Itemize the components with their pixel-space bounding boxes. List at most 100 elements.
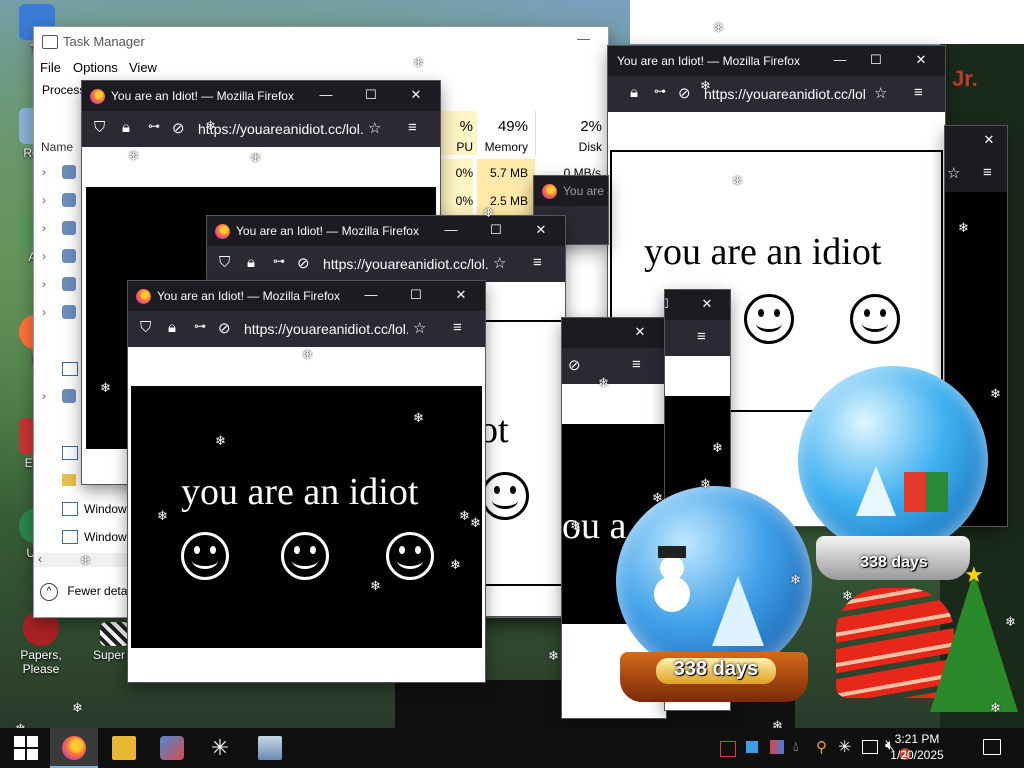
column-disk[interactable]: 2% Disk <box>535 111 608 155</box>
menu-file[interactable]: File <box>40 60 61 75</box>
url-bar[interactable]: https://youareanidiot.cc/lol <box>704 86 870 102</box>
fewer-details-button[interactable]: ^ Fewer detai <box>40 583 130 601</box>
maximize-icon[interactable]: ☐ <box>361 87 381 103</box>
menu-icon[interactable]: ≡ <box>632 356 641 373</box>
firefox-titlebar[interactable]: ✕ <box>945 126 1007 156</box>
url-bar[interactable]: https://youareanidiot.cc/lol. <box>323 256 488 272</box>
tray-icon-1[interactable] <box>720 741 736 757</box>
column-memory[interactable]: 49% Memory <box>477 111 535 155</box>
snow-globe-right[interactable]: 338 days <box>796 366 992 584</box>
tracking-off-icon[interactable]: ⊘ <box>297 254 310 272</box>
chevron-right-icon[interactable]: › <box>42 193 46 207</box>
tracking-off-icon[interactable]: ⊘ <box>172 119 185 137</box>
maximize-icon[interactable]: ☐ <box>665 296 673 312</box>
lock-icon[interactable]: 🔒︎ <box>122 119 130 136</box>
tab-processes[interactable]: Process <box>42 83 85 97</box>
chevron-right-icon[interactable]: › <box>42 221 46 235</box>
shield-icon[interactable]: ⛉ <box>140 319 151 336</box>
clock[interactable]: 3:21 PM 1/20/2025 <box>880 731 954 763</box>
water-drop-icon[interactable]: 💧︎ <box>793 738 799 755</box>
column-cpu[interactable]: % PU <box>439 111 477 155</box>
task-manager-titlebar[interactable]: Task Manager — <box>34 27 608 57</box>
firefox-titlebar[interactable]: ✕ <box>562 318 666 348</box>
shield-icon[interactable]: ⛉ <box>94 119 105 136</box>
permissions-icon[interactable]: ⊶ <box>148 119 160 133</box>
app-icon[interactable] <box>160 736 184 760</box>
firefox-toolbar: ⛉ 🔒︎ ⊶ ⊘ https://youareanidiot.cc/lol. ☆… <box>82 111 440 147</box>
permissions-icon[interactable]: ⊶ <box>194 319 206 333</box>
close-icon[interactable]: ✕ <box>911 52 931 68</box>
days-counter-left: 338 days <box>656 658 776 684</box>
firefox-titlebar[interactable]: You are an Idiot! — Mozilla Firefox — ☐ … <box>207 216 565 246</box>
column-name[interactable]: Name <box>41 140 73 154</box>
star-icon[interactable]: ☆ <box>493 254 506 272</box>
chevron-right-icon[interactable]: › <box>42 277 46 291</box>
tracking-off-icon[interactable]: ⊘ <box>678 84 691 102</box>
windows-start-icon[interactable] <box>14 736 38 760</box>
menu-icon[interactable]: ≡ <box>533 254 542 271</box>
close-icon[interactable]: ✕ <box>630 324 650 340</box>
firefox-titlebar[interactable]: You are an Idiot! — Mozilla Firefox — ☐ … <box>82 81 440 111</box>
maximize-icon[interactable]: ☐ <box>406 287 426 303</box>
snow-globe-left[interactable]: 338 days <box>612 486 818 706</box>
menu-icon[interactable]: ≡ <box>408 119 417 136</box>
snowman-icon <box>652 546 692 636</box>
firefox-window-front[interactable]: You are an Idiot! — Mozilla Firefox — ☐ … <box>128 281 485 682</box>
star-icon[interactable]: ☆ <box>413 319 426 337</box>
chevron-right-icon[interactable]: › <box>42 165 46 179</box>
chevron-right-icon[interactable]: › <box>42 389 46 403</box>
black-page-area: you are an idiot <box>131 386 482 648</box>
lock-icon[interactable]: 🔒︎ <box>168 319 176 336</box>
close-icon[interactable]: ✕ <box>697 296 717 312</box>
firefox-titlebar[interactable]: You are an Idiot! — Mozilla Firefox — ☐ … <box>128 281 485 311</box>
maximize-icon[interactable]: ☐ <box>866 52 886 68</box>
firefox-toolbar: ⛉ 🔒︎ ⊶ ⊘ https://youareanidiot.cc/lol. ☆… <box>128 311 485 347</box>
chevron-left-icon[interactable]: ‹ <box>38 552 42 566</box>
shield-icon[interactable]: ⛉ <box>219 254 230 271</box>
lock-icon[interactable]: 🔒︎ <box>630 84 638 101</box>
menu-icon[interactable]: ≡ <box>983 164 992 181</box>
minimize-icon[interactable]: — <box>441 222 461 237</box>
permissions-icon[interactable]: ⊶ <box>273 254 285 268</box>
url-bar[interactable]: https://youareanidiot.cc/lol. <box>198 121 363 137</box>
desktop-icon-papers-please[interactable]: Papers, Please <box>2 610 80 676</box>
menu-icon[interactable]: ≡ <box>914 84 923 101</box>
tray-icon-2[interactable] <box>746 741 758 753</box>
search-icon[interactable]: ⚲ <box>816 738 827 756</box>
maximize-icon[interactable]: ☐ <box>486 222 506 238</box>
tray-icon-3[interactable] <box>770 740 784 754</box>
star-icon[interactable]: ☆ <box>874 84 887 102</box>
close-icon[interactable]: ✕ <box>406 87 426 103</box>
smiley-icon <box>386 532 434 580</box>
chevron-right-icon[interactable]: › <box>42 249 46 263</box>
page-content: you are an idiot <box>128 347 485 682</box>
firefox-titlebar[interactable]: ☐ ✕ <box>665 290 730 320</box>
menu-icon[interactable]: ≡ <box>697 328 706 345</box>
chevron-right-icon[interactable]: › <box>42 305 46 319</box>
snowflake-tray-icon[interactable]: ✳ <box>838 737 851 757</box>
close-icon[interactable]: ✕ <box>451 287 471 303</box>
control-panel-icon[interactable] <box>258 736 282 760</box>
firefox-titlebar[interactable]: You are an Idiot! — Mozilla Firefox — ☐ … <box>608 46 945 76</box>
tracking-off-icon[interactable]: ⊘ <box>218 319 231 337</box>
close-icon[interactable]: ✕ <box>531 222 551 238</box>
menu-icon[interactable]: ≡ <box>453 319 462 336</box>
minimize-icon[interactable]: — <box>577 31 590 46</box>
menu-options[interactable]: Options <box>73 60 118 75</box>
taskbar-firefox-button[interactable] <box>50 728 98 768</box>
network-icon[interactable] <box>862 740 878 754</box>
lock-icon[interactable]: 🔒︎ <box>247 254 255 271</box>
star-icon[interactable]: ☆ <box>947 164 960 182</box>
close-icon[interactable]: ✕ <box>979 132 999 148</box>
star-icon[interactable]: ☆ <box>368 119 381 137</box>
action-center-icon[interactable] <box>983 739 1001 755</box>
file-explorer-icon[interactable] <box>112 736 136 760</box>
tracking-off-icon[interactable]: ⊘ <box>568 356 581 374</box>
permissions-icon[interactable]: ⊶ <box>654 84 666 98</box>
menu-view[interactable]: View <box>129 60 157 75</box>
url-bar[interactable]: https://youareanidiot.cc/lol. <box>244 321 408 337</box>
minimize-icon[interactable]: — <box>830 52 850 67</box>
minimize-icon[interactable]: — <box>316 87 336 102</box>
snowflake-app-icon[interactable]: ✳ <box>208 736 232 760</box>
minimize-icon[interactable]: — <box>361 287 381 302</box>
